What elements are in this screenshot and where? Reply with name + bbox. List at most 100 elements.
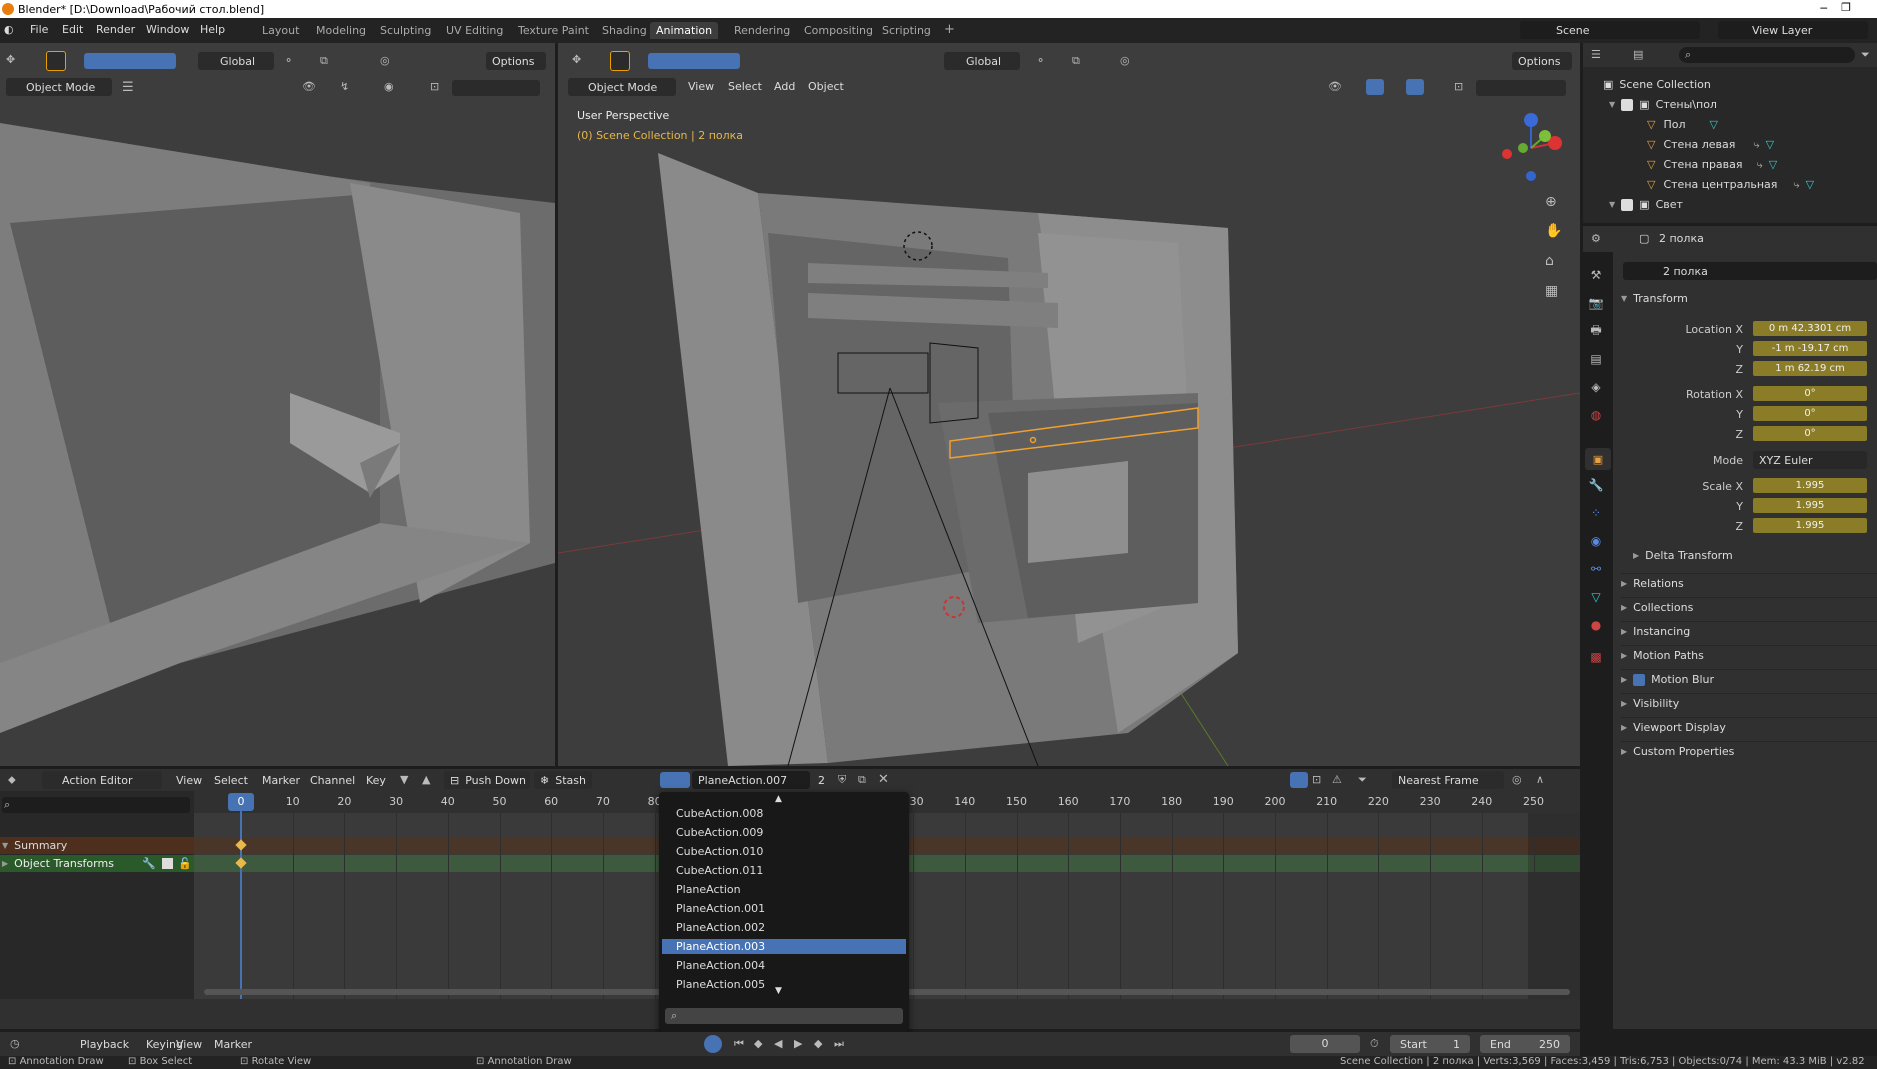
next-keyframe-icon[interactable]: ◆ [814,1037,822,1050]
push-down-button[interactable]: ⊟ Push Down [444,771,530,789]
ortho-grid-icon[interactable]: ▦ [1545,283,1558,299]
wrench-icon[interactable]: 🔧 [142,857,156,870]
action-list-item[interactable]: CubeAction.011 [662,863,906,878]
scroll-up-icon[interactable]: ▲ [775,794,782,804]
preview-range-icon[interactable]: ⏱ [1370,1037,1379,1051]
select-tool-icon[interactable] [46,51,66,71]
panel-collections[interactable]: ▶ Collections [1621,597,1877,617]
panel-relations[interactable]: ▶ Relations [1621,573,1877,593]
action-list-item[interactable]: PlaneAction [662,882,906,897]
scene-settings-icon[interactable]: ◈ [1587,378,1605,396]
ae-menu-select[interactable]: Select [214,774,248,787]
timeline-menu-marker[interactable]: Marker [214,1038,252,1051]
proportional-keys-icon[interactable]: ◎ [1512,773,1522,786]
left-options-button[interactable]: Options [486,52,546,70]
pivot-icon-main[interactable]: ⚬ [1036,54,1045,67]
snap-icon-main[interactable]: ⧉ [1072,54,1080,68]
select-mode-icons[interactable] [84,53,176,69]
zoom-icon[interactable]: ⊕ [1545,194,1557,210]
filter-icon[interactable]: ⏷ [1358,773,1367,787]
xray-icon[interactable]: ⊡ [430,80,439,93]
action-name-field[interactable]: PlaneAction.007 [692,771,810,789]
properties-editor-icon[interactable]: ⚙ [1591,232,1601,245]
tab-workspace[interactable]: Layout [256,22,305,39]
menu-render[interactable]: Render [96,23,135,36]
action-search-input[interactable] [665,1008,903,1024]
stash-button[interactable]: ❄ Stash [534,771,592,789]
snap-mode-select[interactable]: Nearest Frame [1392,771,1504,789]
viewport-menu-object[interactable]: Object [808,80,844,93]
outliner-search-input[interactable] [1679,47,1855,63]
shading-modes-main[interactable] [1476,80,1566,96]
xray-icon-main[interactable]: ⊡ [1454,80,1463,93]
jump-start-icon[interactable]: ⏮ [734,1037,744,1051]
left-viewport[interactable] [0,43,555,766]
panel-motion-paths[interactable]: ▶ Motion Paths [1621,645,1877,665]
ae-menu-key[interactable]: Key [366,774,386,787]
action-list-item[interactable]: PlaneAction.005 [662,977,906,992]
viewport-menu-select[interactable]: Select [728,80,762,93]
action-list-item[interactable]: PlaneAction.001 [662,901,906,916]
transform-tool-icon[interactable]: ✥ [6,53,15,66]
action-list-item[interactable]: PlaneAction.003 [662,939,906,954]
tab-workspace[interactable]: Rendering [728,22,796,39]
tab-workspace[interactable]: Shading [596,22,653,39]
add-workspace-icon[interactable]: + [944,22,955,37]
action-users-count[interactable]: 2 [818,774,825,787]
menu-help[interactable]: Help [200,23,225,36]
location-y-field[interactable]: -1 m -19.17 cm [1753,341,1867,356]
outliner-display-mode-icon[interactable]: ▤ [1633,48,1643,61]
scale-y-field[interactable]: 1.995 [1753,498,1867,513]
visibility-icon[interactable]: 👁 [302,80,316,93]
texture-icon[interactable]: ▩ [1587,648,1605,666]
unlink-action-icon[interactable]: ✕ [878,772,889,787]
play-reverse-icon[interactable]: ◀ [774,1037,782,1050]
select-mode-icons-main[interactable] [648,53,740,69]
object-properties-icon[interactable]: ▣ [1585,448,1611,470]
panel-instancing[interactable]: ▶ Instancing [1621,621,1877,641]
menu-file[interactable]: File [30,23,48,36]
rotation-y-field[interactable]: 0° [1753,406,1867,421]
render-settings-icon[interactable]: 📷 [1587,294,1605,312]
auto-key-curve-icon[interactable]: ∧ [1536,773,1544,786]
tab-workspace[interactable]: Compositing [798,22,879,39]
panel-custom-properties[interactable]: ▶ Custom Properties [1621,741,1877,761]
panel-visibility[interactable]: ▶ Visibility [1621,693,1877,713]
menu-window[interactable]: Window [146,23,189,36]
object-data-icon[interactable]: ▽ [1587,588,1605,606]
action-list-item[interactable]: CubeAction.010 [662,844,906,859]
pivot-icon[interactable]: ⚬ [284,54,293,67]
transform-panel-header[interactable]: ▼ Transform [1621,292,1688,305]
outliner-item[interactable]: ▽ Стена левая ⤷ ▽ [1647,136,1774,153]
view-layer-icon[interactable]: ▤ [1587,350,1605,368]
delta-transform-panel[interactable]: ▶ Delta Transform [1633,549,1733,562]
dopesheet-editor-icon[interactable]: ⬥ [8,773,16,787]
snap-icon[interactable]: ⧉ [320,54,328,68]
tab-workspace[interactable]: Sculpting [374,22,437,39]
outliner-editor-icon[interactable]: ☰ [1591,48,1601,61]
checkbox-icon[interactable] [1633,673,1646,686]
action-browse-icon[interactable] [660,772,690,788]
panel-viewport-display[interactable]: ▶ Viewport Display [1621,717,1877,737]
left-mode-select[interactable]: Object Mode [6,78,112,96]
main-options-button[interactable]: Options [1512,52,1572,70]
minimize-icon[interactable]: ─ [1820,2,1827,15]
scroll-down-icon[interactable]: ▼ [775,986,782,996]
main-orientation-select[interactable]: Global [944,52,1020,70]
action-editor-mode-select[interactable]: Action Editor [42,771,162,789]
navigation-gizmo[interactable] [1493,108,1573,188]
modifier-properties-icon[interactable]: 🔧 [1587,476,1605,494]
checkbox-icon[interactable] [1621,198,1634,211]
blender-menu-icon[interactable]: ◐ [4,23,18,37]
view-layer-selector[interactable]: View Layer [1718,21,1868,39]
current-frame-indicator[interactable]: 0 [228,793,254,811]
viewport-menu-add[interactable]: Add [774,80,795,93]
fake-user-icon[interactable]: ⛨ [838,773,846,787]
rotation-mode-select[interactable]: XYZ Euler [1753,451,1867,469]
tool-settings-icon[interactable]: ⚒ [1587,266,1605,284]
show-hidden-icon[interactable]: ⊡ [1312,773,1321,786]
proportional-edit-icon[interactable]: ◎ [380,54,390,67]
action-list-item[interactable]: PlaneAction.004 [662,958,906,973]
scene-selector[interactable]: Scene [1520,21,1700,39]
visibility-icon-main[interactable]: 👁 [1328,80,1342,93]
